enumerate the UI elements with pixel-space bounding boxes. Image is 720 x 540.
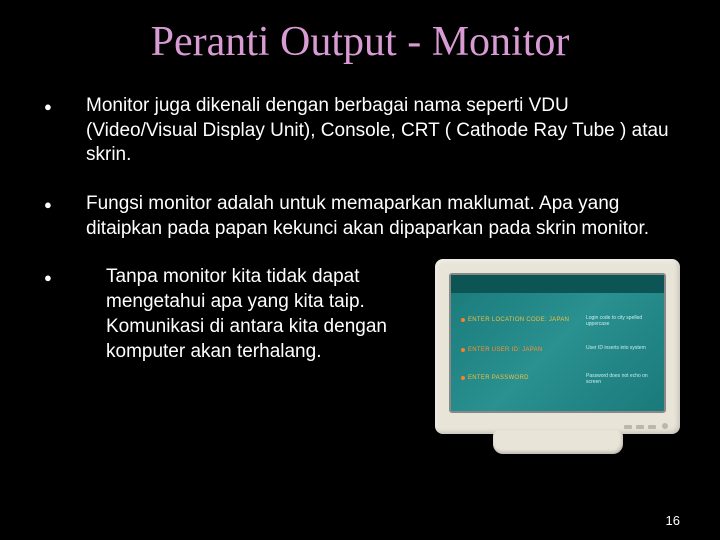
monitor-power-button xyxy=(662,423,668,429)
bullet-marker: ● xyxy=(40,192,86,241)
bullet-marker: ● xyxy=(40,94,86,168)
monitor-screen: ENTER LOCATION CODE: JAPAN ENTER USER ID… xyxy=(449,273,666,413)
bullet-item-with-image: ● Tanpa monitor kita tidak dapat mengeta… xyxy=(40,265,680,454)
monitor-button xyxy=(648,425,656,429)
screen-annotation: Password does not echo on screen xyxy=(586,373,656,385)
bullet-text: Tanpa monitor kita tidak dapat mengetahu… xyxy=(106,265,406,364)
crt-monitor-image: ENTER LOCATION CODE: JAPAN ENTER USER ID… xyxy=(435,259,680,454)
page-number: 16 xyxy=(666,513,680,528)
bullet-text: Fungsi monitor adalah untuk memaparkan m… xyxy=(86,192,680,241)
slide-title: Peranti Output - Monitor xyxy=(40,18,680,66)
screen-text-line: ENTER USER ID: JAPAN xyxy=(461,347,543,355)
bullet-text: Monitor juga dikenali dengan berbagai na… xyxy=(86,94,680,168)
bullet-item: ● Monitor juga dikenali dengan berbagai … xyxy=(40,94,680,168)
slide: Peranti Output - Monitor ● Monitor juga … xyxy=(0,0,720,540)
screen-annotation: Login code to city spelled uppercase xyxy=(586,315,656,327)
monitor-button xyxy=(636,425,644,429)
screen-header-band xyxy=(451,275,664,293)
bullet-item: ● Fungsi monitor adalah untuk memaparkan… xyxy=(40,192,680,241)
slide-content: ● Monitor juga dikenali dengan berbagai … xyxy=(40,94,680,454)
screen-text-line: ENTER LOCATION CODE: JAPAN xyxy=(461,317,569,325)
monitor-bezel: ENTER LOCATION CODE: JAPAN ENTER USER ID… xyxy=(435,259,680,434)
bullet-marker: ● xyxy=(40,265,86,287)
screen-text-line: ENTER PASSWORD xyxy=(461,375,529,383)
screen-annotation: User ID inserts into system xyxy=(586,345,656,351)
monitor-stand xyxy=(493,430,623,454)
monitor-button xyxy=(624,425,632,429)
